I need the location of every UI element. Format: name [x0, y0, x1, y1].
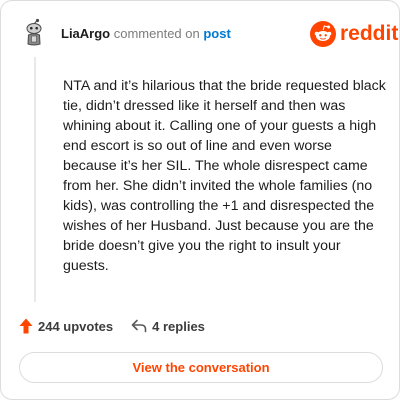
view-conversation-button[interactable]: View the conversation: [19, 352, 383, 383]
replies-count: 4 replies: [152, 318, 205, 334]
reddit-logo[interactable]: reddit: [310, 21, 398, 47]
upvote-arrow-icon: [19, 318, 33, 334]
comment-actions: 244 upvotes 4 replies: [19, 318, 205, 334]
post-link[interactable]: post: [203, 26, 230, 41]
comment-body: NTA and it’s hilarious that the bride re…: [63, 78, 386, 274]
upvote-count: 244 upvotes: [38, 318, 114, 334]
replies-button[interactable]: 4 replies: [131, 319, 205, 334]
avatar[interactable]: [19, 18, 49, 48]
commented-on-text: commented on: [110, 26, 204, 41]
comment-header: LiaArgo commented on post: [61, 26, 231, 42]
reddit-wordmark: reddit: [340, 22, 399, 45]
reply-arrow-icon: [131, 319, 147, 333]
thread-line[interactable]: [34, 57, 36, 302]
comment-card: LiaArgo commented on post reddit NTA and…: [0, 0, 400, 400]
reddit-snoo-logo-icon: [310, 21, 336, 47]
snoo-avatar-icon: [19, 18, 49, 48]
username-link[interactable]: LiaArgo: [61, 26, 110, 41]
upvote-button[interactable]: 244 upvotes: [19, 318, 113, 334]
